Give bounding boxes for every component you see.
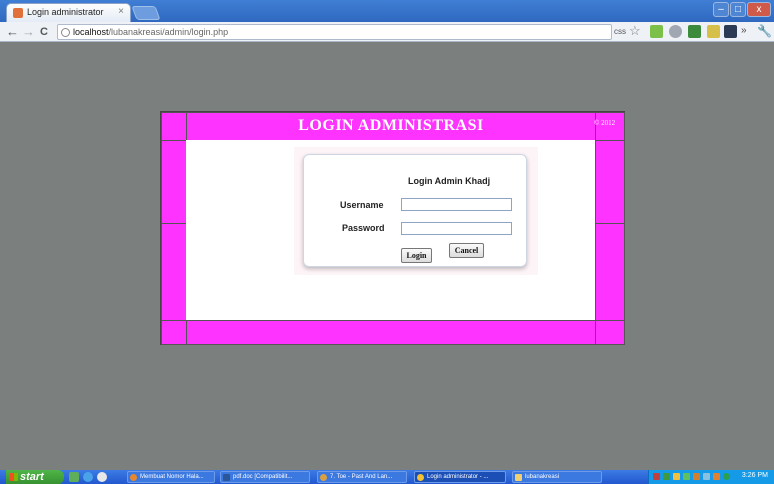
page-title: LOGIN ADMINISTRASI	[298, 117, 484, 134]
quicklaunch-ie-icon[interactable]	[83, 472, 93, 482]
new-tab-button[interactable]	[131, 6, 161, 20]
taskbar-item[interactable]: lubanakreasi	[512, 471, 602, 483]
system-tray: 3:26 PM	[648, 470, 774, 484]
page-info-icon[interactable]	[61, 28, 70, 37]
reload-button[interactable]: C	[40, 24, 48, 40]
extension-icon-5[interactable]	[724, 25, 737, 38]
css-extension-icon[interactable]: css	[614, 27, 626, 36]
quicklaunch-chrome-icon[interactable]	[97, 472, 107, 482]
taskbar-item-label: 7. Toe - Past And Lan...	[330, 474, 393, 480]
minimize-button[interactable]: –	[713, 2, 729, 17]
taskbar-item[interactable]: pdf.doc [Compatibilit...	[220, 471, 310, 483]
tray-icon[interactable]	[693, 473, 700, 480]
windows-taskbar: start Membuat Nomor Hala... pdf.doc [Com…	[0, 470, 774, 484]
extension-icon-2[interactable]	[669, 25, 682, 38]
left-side-cell-top	[161, 140, 187, 224]
username-input[interactable]	[401, 198, 512, 211]
taskbar-item-label: Membuat Nomor Hala...	[140, 474, 204, 480]
page-favicon-icon	[13, 8, 23, 18]
extension-icon-3[interactable]	[688, 25, 701, 38]
corner-cell-bottom-right	[595, 320, 625, 345]
password-input[interactable]	[401, 222, 512, 235]
close-window-button[interactable]: x	[747, 2, 771, 17]
login-button[interactable]: Login	[401, 248, 432, 263]
quicklaunch-desktop-icon[interactable]	[69, 472, 79, 482]
folder-icon	[515, 474, 522, 481]
tray-icon[interactable]	[673, 473, 680, 480]
back-button[interactable]: ←	[6, 24, 19, 40]
tray-icon[interactable]	[723, 473, 730, 480]
tab-login-administrator[interactable]: Login administrator ×	[6, 3, 131, 22]
browser-toolbar: ← → C localhost/lubanakreasi/admin/login…	[0, 22, 774, 42]
login-form-title: Login Admin Khadj	[408, 176, 491, 186]
taskbar-item-label: lubanakreasi	[525, 474, 560, 480]
url-text: localhost/lubanakreasi/admin/login.php	[73, 27, 228, 37]
taskbar-item[interactable]: Login administrator - ...	[414, 471, 506, 483]
bookmark-star-icon[interactable]: ☆	[629, 23, 641, 39]
extension-icon-1[interactable]	[650, 25, 663, 38]
tray-icon[interactable]	[683, 473, 690, 480]
start-label: start	[20, 471, 44, 483]
tray-icon[interactable]	[663, 473, 670, 480]
address-bar[interactable]: localhost/lubanakreasi/admin/login.php	[57, 24, 612, 40]
taskbar-item-label: pdf.doc [Compatibilit...	[233, 474, 293, 480]
browser-titlebar: Login administrator × – □ x	[0, 0, 774, 22]
username-label: Username	[340, 200, 384, 210]
footer-cell	[186, 320, 596, 345]
right-side-cell-bottom	[595, 223, 625, 321]
wrench-menu-icon[interactable]: 🔧	[757, 24, 772, 38]
tab-close-icon[interactable]: ×	[118, 6, 124, 17]
start-button[interactable]: start	[6, 470, 64, 484]
content-area: Login Admin Khadj Username Password Logi…	[186, 140, 595, 320]
media-player-icon	[320, 474, 327, 481]
extension-icon-4[interactable]	[707, 25, 720, 38]
clock: 3:26 PM	[741, 472, 768, 479]
password-label: Password	[342, 223, 385, 233]
corner-cell-top-left	[161, 112, 187, 141]
copyright-text: © 2012	[594, 119, 616, 127]
tray-icon[interactable]	[653, 473, 660, 480]
url-path: /lubanakreasi/admin/login.php	[108, 27, 229, 37]
tray-icon[interactable]	[703, 473, 710, 480]
chrome-icon	[417, 474, 424, 481]
admin-layout-table: LOGIN ADMINISTRASI © 2012 Login Admin Kh…	[160, 111, 625, 345]
cancel-button[interactable]: Cancel	[449, 243, 484, 258]
taskbar-item[interactable]: Membuat Nomor Hala...	[127, 471, 215, 483]
left-side-cell-bottom	[161, 223, 187, 321]
forward-button[interactable]: →	[22, 24, 35, 40]
word-icon	[223, 474, 230, 481]
taskbar-item[interactable]: 7. Toe - Past And Lan...	[317, 471, 407, 483]
login-form: Login Admin Khadj Username Password Logi…	[303, 154, 527, 267]
windows-logo-icon	[10, 473, 18, 481]
more-extensions-icon[interactable]: »	[741, 25, 747, 36]
tray-icon[interactable]	[713, 473, 720, 480]
url-host: localhost	[73, 27, 109, 37]
taskbar-item-label: Login administrator - ...	[427, 474, 489, 480]
maximize-button[interactable]: □	[730, 2, 746, 17]
corner-cell-bottom-left	[161, 320, 187, 345]
firefox-icon	[130, 474, 137, 481]
tab-title: Login administrator	[27, 7, 104, 17]
right-side-cell-top	[595, 140, 625, 224]
